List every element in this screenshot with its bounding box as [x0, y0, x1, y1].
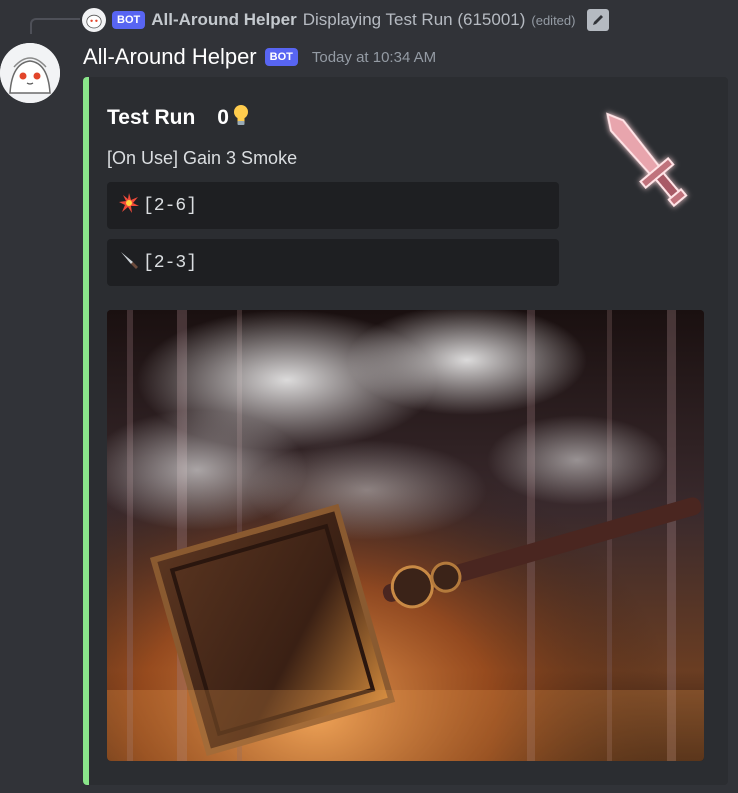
bot-tag: BOT [264, 48, 298, 66]
lightbulb-icon [231, 103, 251, 132]
burst-icon [119, 193, 139, 218]
reply-reference[interactable]: BOT All-Around Helper Displaying Test Ru… [82, 6, 610, 34]
card-cost: 0 [217, 105, 229, 129]
discord-message-view: BOT All-Around Helper Displaying Test Ru… [0, 0, 738, 793]
card-artwork[interactable] [107, 310, 704, 761]
card-description: [On Use] Gain 3 Smoke [107, 148, 298, 168]
glowing-sword-icon[interactable] [586, 95, 706, 225]
reply-text[interactable]: Displaying Test Run (615001) [303, 10, 526, 30]
embed-title: Test Run 0 [107, 103, 251, 132]
dice-range: [2-3] [143, 252, 198, 273]
reply-avatar[interactable] [82, 8, 106, 32]
reply-author-name[interactable]: All-Around Helper [151, 10, 296, 30]
message-header: All-Around Helper BOT Today at 10:34 AM [83, 42, 436, 72]
message-timestamp[interactable]: Today at 10:34 AM [312, 49, 436, 66]
dice-row: [2-6] [107, 182, 559, 229]
reply-spine [30, 18, 80, 34]
dice-range: [2-6] [143, 195, 198, 216]
author-name[interactable]: All-Around Helper [83, 44, 257, 70]
author-avatar[interactable] [0, 43, 60, 103]
card-name: Test Run [107, 105, 196, 129]
card-embed: Test Run 0 [On Use] Gain 3 Smoke [2-6] [… [83, 77, 728, 785]
reply-edited-label: (edited) [531, 12, 576, 28]
dice-row: [2-3] [107, 239, 559, 286]
reply-bot-tag: BOT [112, 11, 146, 29]
pencil-icon [587, 9, 610, 31]
knife-icon [119, 250, 139, 275]
